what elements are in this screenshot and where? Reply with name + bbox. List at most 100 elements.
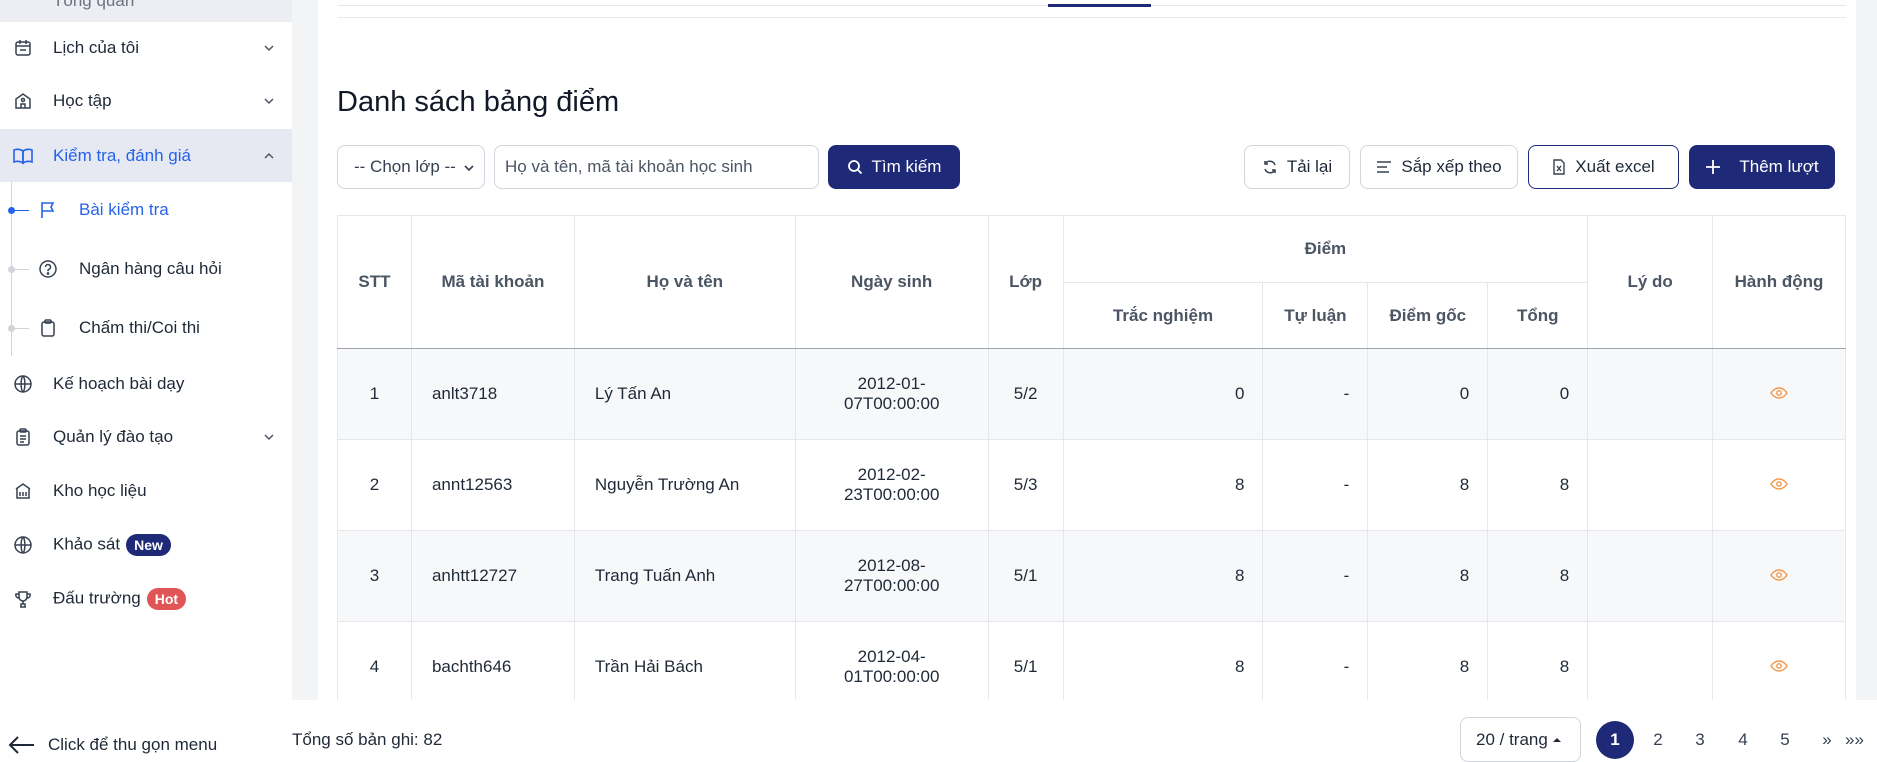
search-input[interactable]	[494, 145, 819, 189]
search-button-label: Tìm kiếm	[871, 157, 942, 176]
sidebar-item-library[interactable]: Kho học liệu	[0, 465, 292, 517]
dob-line: 2012-04-	[857, 647, 926, 666]
sidebar-item-label: Tổng quan	[53, 0, 135, 10]
chevron-down-icon	[264, 434, 274, 441]
cell-raw-score: 8	[1367, 530, 1489, 622]
sidebar-item-survey[interactable]: Khảo sát New	[0, 519, 292, 571]
globe-icon	[12, 534, 34, 556]
cell-dob: 2012-04- 01T00:00:00	[794, 621, 989, 713]
eye-icon[interactable]	[1770, 384, 1788, 404]
cell-class: 5/3	[987, 439, 1064, 531]
excel-file-icon	[1553, 159, 1565, 175]
dob-line: 27T00:00:00	[843, 576, 940, 595]
header-account: Mã tài khoản	[410, 215, 575, 349]
sidebar-item-label: Học tập	[53, 91, 112, 110]
sidebar-subitem-label: Bài kiểm tra	[79, 200, 169, 219]
sidebar-subitem-label: Chấm thi/Coi thi	[79, 318, 200, 337]
active-tab-indicator	[1048, 4, 1151, 7]
export-excel-button[interactable]: Xuất excel	[1528, 145, 1679, 189]
reload-button[interactable]: Tải lại	[1244, 145, 1350, 189]
add-turn-button[interactable]: Thêm lượt	[1689, 145, 1835, 189]
sidebar-item-training[interactable]: Quản lý đào tạo	[0, 411, 292, 463]
header-stt: STT	[337, 215, 412, 349]
sidebar-item-calendar[interactable]: Lịch của tôi	[0, 22, 292, 74]
cell-total: 0	[1487, 348, 1589, 440]
table-row: 1 anlt3718 Lý Tấn An 2012-01- 07T00:00:00…	[337, 348, 1846, 440]
sidebar-item-label-wrap: Đấu trường Hot	[53, 588, 187, 610]
chevron-down-icon	[464, 165, 474, 172]
header-multiple-choice: Trắc nghiệm	[1062, 282, 1264, 349]
cell-total: 8	[1487, 621, 1589, 713]
globe-icon	[12, 373, 34, 395]
chevron-down-icon	[264, 45, 274, 52]
page-button-4[interactable]: 4	[1725, 722, 1761, 758]
sidebar-item-lesson-plan[interactable]: Kế hoạch bài dạy	[0, 358, 292, 410]
dob-line: 01T00:00:00	[843, 667, 940, 686]
cell-name: Trần Hải Bách	[573, 621, 796, 713]
sidebar-item-arena[interactable]: Đấu trường Hot	[0, 573, 292, 625]
header-score-group: Điểm	[1062, 215, 1589, 283]
sidebar-item-overview[interactable]: Tổng quan	[0, 0, 292, 22]
cell-reason	[1587, 439, 1714, 531]
total-records: Tổng số bản ghi: 82	[292, 730, 443, 749]
page-button-5[interactable]: 5	[1767, 722, 1803, 758]
cell-account: bachth646	[410, 621, 575, 713]
cell-name: Trang Tuấn Anh	[573, 530, 796, 622]
page-button-3[interactable]: 3	[1682, 722, 1718, 758]
table-row: 3 anhtt12727 Trang Tuấn Anh 2012-08- 27T0…	[337, 530, 1846, 622]
sidebar-item-label: Kho học liệu	[53, 481, 147, 500]
cell-stt: 4	[337, 621, 412, 713]
header-name: Họ và tên	[573, 215, 796, 349]
hot-badge: Hot	[146, 588, 187, 610]
header-reason: Lý do	[1587, 215, 1714, 349]
collapse-menu-button[interactable]: Click để thu gọn menu	[8, 735, 217, 755]
trophy-icon	[12, 588, 34, 610]
cell-account: anlt3718	[410, 348, 575, 440]
reload-button-label: Tải lại	[1286, 157, 1333, 176]
clipboard-icon	[37, 317, 59, 339]
page-button-1[interactable]: 1	[1596, 721, 1634, 759]
next-page-button[interactable]: »	[1809, 722, 1845, 758]
cell-name: Nguyễn Trường An	[573, 439, 796, 531]
cell-essay: -	[1262, 439, 1369, 531]
chevron-down-icon	[264, 98, 274, 105]
export-button-label: Xuất excel	[1575, 157, 1655, 176]
question-circle-icon	[37, 258, 59, 280]
add-button-label: Thêm lượt	[1739, 157, 1819, 176]
eye-icon[interactable]	[1770, 657, 1788, 677]
sidebar-item-assessment[interactable]: Kiểm tra, đánh giá	[0, 129, 292, 182]
new-badge: New	[126, 534, 171, 556]
cell-account: anhtt12727	[410, 530, 575, 622]
dob-line: 07T00:00:00	[843, 394, 940, 413]
divider	[338, 17, 1846, 18]
sort-button[interactable]: Sắp xếp theo	[1360, 145, 1518, 189]
table-row: 4 bachth646 Trần Hải Bách 2012-04- 01T00:…	[337, 621, 1846, 713]
page-button-2[interactable]: 2	[1640, 722, 1676, 758]
eye-icon[interactable]	[1770, 475, 1788, 495]
submenu-connector	[11, 209, 29, 211]
cell-reason	[1587, 621, 1714, 713]
page-size-select[interactable]: 20 / trang	[1460, 717, 1581, 762]
cell-account: annt12563	[410, 439, 575, 531]
chevron-up-icon	[264, 152, 274, 159]
cell-multiple-choice: 8	[1062, 439, 1264, 531]
sidebar-item-learning[interactable]: Học tập	[0, 75, 292, 127]
page-title: Danh sách bảng điểm	[337, 86, 620, 118]
caret-up-icon	[1552, 737, 1561, 742]
class-select[interactable]: -- Chọn lớp --	[337, 145, 485, 189]
sidebar-subitem-question-bank[interactable]: Ngân hàng câu hỏi	[0, 244, 292, 294]
cell-essay: -	[1262, 530, 1369, 622]
dob-line: 2012-02-	[857, 465, 926, 484]
cell-action	[1712, 530, 1846, 622]
search-icon	[847, 160, 862, 175]
sidebar-subitem-grading[interactable]: Chấm thi/Coi thi	[0, 303, 292, 353]
search-button[interactable]: Tìm kiếm	[828, 145, 960, 189]
header-raw-score: Điểm gốc	[1367, 282, 1489, 349]
last-page-button[interactable]: »»	[1845, 722, 1877, 758]
eye-icon[interactable]	[1770, 566, 1788, 586]
cell-action	[1712, 348, 1846, 440]
sidebar-item-label: Lịch của tôi	[53, 38, 139, 57]
dob-line: 23T00:00:00	[843, 485, 940, 504]
sidebar-subitem-tests[interactable]: Bài kiểm tra	[0, 185, 292, 235]
cell-stt: 2	[337, 439, 412, 531]
